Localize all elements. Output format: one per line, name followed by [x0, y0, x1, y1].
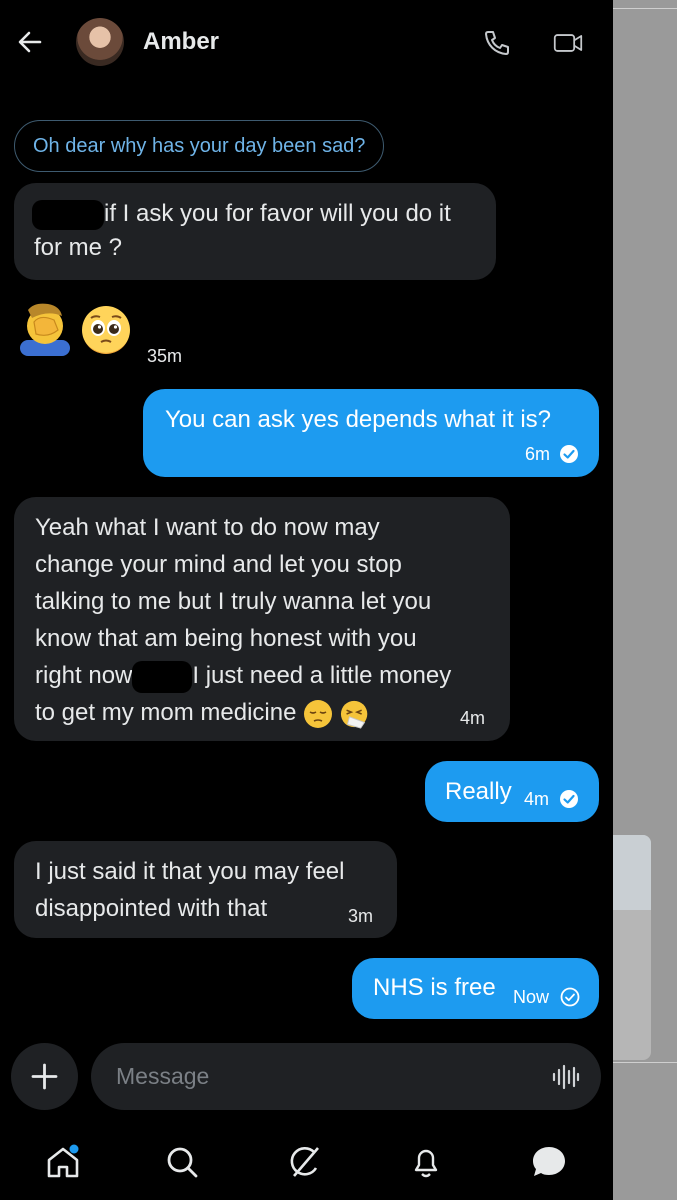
message-text: I just need a little money — [192, 662, 452, 689]
sneezing-face-emoji — [340, 700, 368, 729]
message-time: Now — [513, 987, 550, 1007]
plus-icon — [31, 1063, 58, 1090]
read-receipt-icon — [560, 445, 578, 463]
message-time: 3m — [348, 906, 374, 926]
home-icon[interactable] — [43, 1142, 83, 1182]
phone-icon[interactable] — [482, 28, 512, 58]
contact-name[interactable]: Amber — [143, 28, 219, 56]
message-text: to get my mom medicine — [35, 699, 297, 726]
message-text: right now — [35, 662, 133, 689]
message-text: Yeah what I want to do now may — [35, 514, 380, 541]
message-text: NHS is free — [373, 974, 496, 1001]
message-text: I just said it that you may feel — [35, 858, 345, 885]
incoming-message[interactable]: I just said it that you may feel disappo… — [14, 841, 397, 938]
avatar[interactable] — [76, 18, 124, 66]
message-text: disappointed with that — [35, 895, 268, 922]
back-arrow-icon[interactable] — [14, 26, 46, 58]
redaction — [32, 199, 104, 230]
pleading-face-emoji — [82, 306, 130, 354]
message-time: 6m — [525, 444, 551, 464]
message-text: Really — [445, 778, 512, 805]
pensive-face-emoji — [304, 699, 333, 728]
message-input[interactable]: Message — [91, 1043, 601, 1110]
voice-waveform-icon[interactable] — [551, 1062, 581, 1092]
reply-preview[interactable]: Oh dear why has your day been sad? — [14, 120, 385, 172]
message-text: change your mind and let you stop — [35, 551, 402, 578]
bottom-tab-bar — [0, 1130, 613, 1200]
message-time: 4m — [524, 789, 550, 809]
messages-icon[interactable] — [529, 1142, 569, 1182]
outgoing-message[interactable]: NHS is free Now — [352, 958, 599, 1019]
outgoing-message[interactable]: You can ask yes depends what it is? 6m — [143, 389, 599, 477]
message-time: 35m — [147, 346, 183, 366]
message-text: if I ask you for favor will you do it — [104, 200, 451, 227]
incoming-message[interactable]: if I ask you for favor will you do it fo… — [14, 183, 496, 280]
video-icon[interactable] — [553, 28, 583, 58]
background-panel — [613, 0, 677, 1200]
sent-receipt-icon — [560, 987, 580, 1007]
add-attachment-button[interactable] — [11, 1043, 78, 1110]
message-text: for me ? — [34, 234, 123, 261]
facepalm-emoji — [20, 303, 70, 356]
incoming-message[interactable]: Yeah what I want to do now may change yo… — [14, 497, 510, 741]
message-text: know that am being honest with you — [35, 625, 417, 652]
notifications-icon[interactable] — [406, 1142, 446, 1182]
message-text: talking to me but I truly wanna let you — [35, 588, 432, 615]
read-receipt-icon — [560, 790, 578, 808]
chat-screen: Amber Oh dear why has your day been sad?… — [0, 0, 613, 1200]
grok-icon[interactable] — [284, 1142, 324, 1182]
message-placeholder: Message — [116, 1063, 210, 1089]
message-time: 4m — [460, 708, 486, 728]
background-card-header — [613, 835, 651, 910]
message-text: You can ask yes depends what it is? — [165, 406, 552, 433]
search-icon[interactable] — [162, 1142, 202, 1182]
redaction — [132, 660, 193, 693]
outgoing-message[interactable]: Really 4m — [425, 761, 599, 822]
